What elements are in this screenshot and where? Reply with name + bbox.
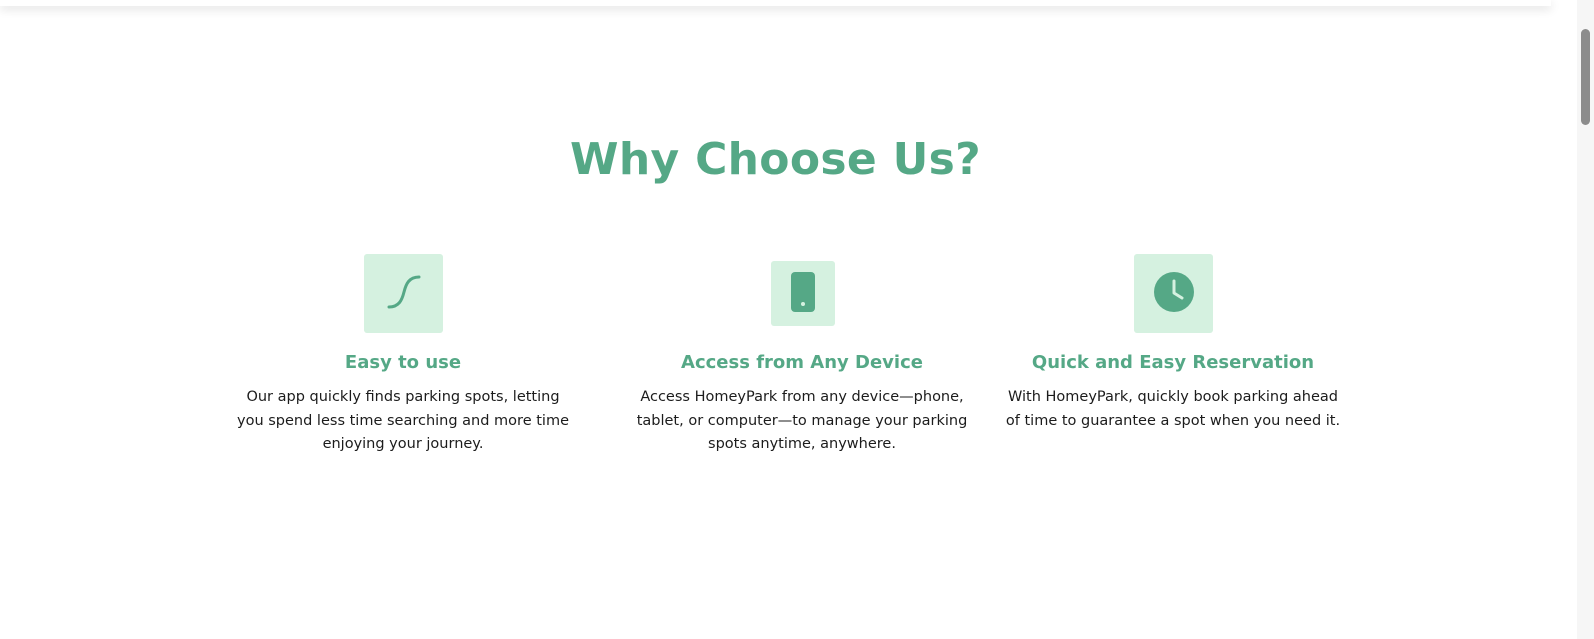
feature-icon-box — [1134, 254, 1213, 333]
feature-description: With HomeyPark, quickly book parking ahe… — [1005, 389, 1341, 429]
feature-description: Our app quickly finds parking spots, let… — [237, 389, 569, 452]
mobile-phone-icon — [790, 271, 816, 317]
vertical-scrollbar[interactable] — [1577, 0, 1594, 639]
clock-icon — [1153, 271, 1195, 317]
feature-icon-box — [364, 254, 443, 333]
section-title: Why Choose Us? — [570, 134, 981, 185]
page: Why Choose Us? Easy to use Our app quick… — [0, 0, 1594, 639]
scrollbar-thumb[interactable] — [1581, 29, 1590, 125]
curve-icon — [384, 272, 424, 316]
feature-title: Easy to use — [344, 352, 462, 373]
feature-description: Access HomeyPark from any device—phone, … — [636, 389, 968, 452]
feature-icon-box — [771, 261, 835, 326]
feature-title: Access from Any Device — [681, 352, 923, 373]
feature-title: Quick and Easy Reservation — [1031, 352, 1315, 373]
header-shadow — [0, 0, 1551, 6]
